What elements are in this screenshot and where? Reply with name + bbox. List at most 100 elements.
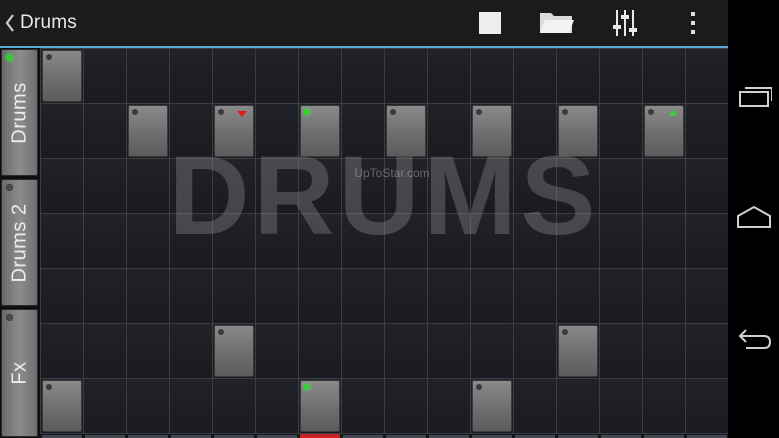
- step-cell[interactable]: [298, 48, 342, 104]
- step-cell[interactable]: [427, 268, 471, 324]
- step-cell[interactable]: [40, 323, 84, 379]
- step-cell[interactable]: [513, 158, 557, 214]
- step-cell[interactable]: [298, 378, 342, 434]
- step-cell[interactable]: [40, 103, 84, 159]
- home-icon[interactable]: [736, 203, 772, 233]
- step-cell[interactable]: [685, 158, 729, 214]
- sample-pad[interactable]: [300, 380, 340, 432]
- overflow-menu-icon[interactable]: [681, 9, 705, 37]
- step-cell[interactable]: [126, 213, 170, 269]
- page-title[interactable]: Drums: [20, 12, 77, 34]
- step-cell[interactable]: [169, 158, 213, 214]
- step-cell[interactable]: [470, 268, 514, 324]
- mixer-icon[interactable]: [611, 9, 639, 37]
- step-cell[interactable]: [599, 158, 643, 214]
- step-cell[interactable]: [384, 48, 428, 104]
- step-cell[interactable]: [298, 103, 342, 159]
- sample-pad[interactable]: [42, 50, 82, 102]
- step-cell[interactable]: [384, 158, 428, 214]
- step-cell[interactable]: [556, 268, 600, 324]
- step-cell[interactable]: [341, 268, 385, 324]
- sample-pad[interactable]: [42, 380, 82, 432]
- step-cell[interactable]: [556, 103, 600, 159]
- step-cell[interactable]: [126, 158, 170, 214]
- step-cell[interactable]: [83, 268, 127, 324]
- step-cell[interactable]: [599, 323, 643, 379]
- step-cell[interactable]: [341, 213, 385, 269]
- sample-pad[interactable]: [214, 105, 254, 157]
- step-cell[interactable]: [298, 323, 342, 379]
- step-cell[interactable]: [298, 268, 342, 324]
- step-cell[interactable]: [513, 103, 557, 159]
- step-cell[interactable]: [685, 48, 729, 104]
- sample-pad[interactable]: [472, 105, 512, 157]
- step-cell[interactable]: [341, 48, 385, 104]
- sample-pad[interactable]: [214, 325, 254, 377]
- step-cell[interactable]: [427, 378, 471, 434]
- step-cell[interactable]: [427, 103, 471, 159]
- step-cell[interactable]: [83, 213, 127, 269]
- step-cell[interactable]: [513, 268, 557, 324]
- step-cell[interactable]: [642, 158, 686, 214]
- step-cell[interactable]: [40, 213, 84, 269]
- step-cell[interactable]: [255, 323, 299, 379]
- sample-pad[interactable]: [558, 325, 598, 377]
- recent-apps-icon[interactable]: [736, 82, 772, 112]
- stop-icon[interactable]: [476, 9, 504, 37]
- step-cell[interactable]: [40, 268, 84, 324]
- step-cell[interactable]: [212, 268, 256, 324]
- step-cell[interactable]: [126, 378, 170, 434]
- step-cell[interactable]: [513, 323, 557, 379]
- track-tab-fx[interactable]: Fx: [1, 309, 38, 437]
- step-cell[interactable]: [384, 378, 428, 434]
- step-cell[interactable]: [255, 268, 299, 324]
- step-cell[interactable]: [427, 213, 471, 269]
- step-cell[interactable]: [212, 378, 256, 434]
- step-cell[interactable]: [212, 323, 256, 379]
- step-cell[interactable]: [341, 378, 385, 434]
- step-cell[interactable]: [599, 268, 643, 324]
- track-tab-drums-2[interactable]: Drums 2: [1, 179, 38, 306]
- step-cell[interactable]: [513, 378, 557, 434]
- step-cell[interactable]: [427, 48, 471, 104]
- step-cell[interactable]: [169, 48, 213, 104]
- step-cell[interactable]: [685, 268, 729, 324]
- step-cell[interactable]: [255, 213, 299, 269]
- step-cell[interactable]: [599, 213, 643, 269]
- step-cell[interactable]: [513, 48, 557, 104]
- step-cell[interactable]: [212, 158, 256, 214]
- sample-pad[interactable]: [128, 105, 168, 157]
- sample-pad[interactable]: [644, 105, 684, 157]
- step-cell[interactable]: [40, 48, 84, 104]
- step-cell[interactable]: [212, 213, 256, 269]
- step-cell[interactable]: [384, 323, 428, 379]
- step-cell[interactable]: [427, 158, 471, 214]
- step-cell[interactable]: [255, 158, 299, 214]
- folder-icon[interactable]: [539, 9, 575, 37]
- step-cell[interactable]: [513, 213, 557, 269]
- sample-pad[interactable]: [472, 380, 512, 432]
- step-cell[interactable]: [255, 378, 299, 434]
- step-cell[interactable]: [341, 103, 385, 159]
- step-cell[interactable]: [470, 213, 514, 269]
- step-cell[interactable]: [298, 213, 342, 269]
- step-cell[interactable]: [126, 103, 170, 159]
- sample-pad[interactable]: [300, 105, 340, 157]
- step-cell[interactable]: [599, 378, 643, 434]
- step-cell[interactable]: [470, 323, 514, 379]
- step-cell[interactable]: [341, 323, 385, 379]
- step-cell[interactable]: [470, 48, 514, 104]
- step-cell[interactable]: [642, 103, 686, 159]
- step-cell[interactable]: [126, 268, 170, 324]
- sample-pad[interactable]: [558, 105, 598, 157]
- step-cell[interactable]: [83, 323, 127, 379]
- step-cell[interactable]: [556, 213, 600, 269]
- step-cell[interactable]: [169, 103, 213, 159]
- step-cell[interactable]: [642, 378, 686, 434]
- step-cell[interactable]: [255, 103, 299, 159]
- back-icon[interactable]: [736, 324, 772, 354]
- step-cell[interactable]: [599, 103, 643, 159]
- step-cell[interactable]: [599, 48, 643, 104]
- step-cell[interactable]: [169, 213, 213, 269]
- step-cell[interactable]: [384, 103, 428, 159]
